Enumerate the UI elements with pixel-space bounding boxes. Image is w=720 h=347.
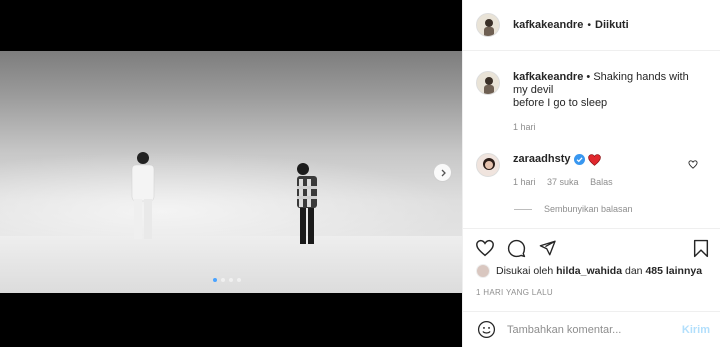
heart-outline-icon — [688, 159, 698, 169]
emoji-button[interactable] — [476, 320, 496, 340]
like-button[interactable] — [474, 237, 496, 259]
comment-row: zaraadhsty 1 hari 37 suka Balas — [476, 153, 693, 187]
details-panel: kafkakeandre • Diikuti kafkakeandre • Sh… — [462, 0, 720, 347]
comment-bubble-icon — [507, 239, 525, 257]
heart-emoji-icon — [588, 153, 602, 166]
liked-by-others[interactable]: 485 lainnya — [645, 265, 702, 277]
post-photo[interactable] — [0, 51, 462, 293]
comment-meta: 1 hari 37 suka Balas — [513, 177, 693, 187]
save-button[interactable] — [690, 237, 712, 259]
caption-text: kafkakeandre • Shaking hands with my dev… — [513, 71, 693, 110]
carousel-dot — [237, 278, 241, 282]
caption-time[interactable]: 1 hari — [513, 122, 536, 132]
caption-avatar[interactable] — [476, 71, 500, 95]
separator-dot: • — [586, 71, 591, 83]
avatar-image — [477, 154, 499, 176]
comment-like-button[interactable] — [687, 158, 699, 170]
liked-by-and: dan — [624, 265, 643, 277]
caption-row: kafkakeandre • Shaking hands with my dev… — [476, 71, 693, 132]
hide-replies-toggle[interactable]: Sembunyikan balasan — [514, 204, 633, 214]
comment-text: zaraadhsty — [513, 153, 693, 166]
carousel-dot — [213, 278, 217, 282]
carousel-dot — [221, 278, 225, 282]
bookmark-icon — [693, 239, 709, 257]
reply-button[interactable]: Balas — [590, 177, 613, 187]
liked-by-user[interactable]: hilda_wahida — [556, 265, 622, 277]
caption-username[interactable]: kafkakeandre — [513, 71, 583, 83]
caption-line2: before I go to sleep — [513, 97, 608, 109]
carousel-next-button[interactable] — [433, 163, 452, 182]
chevron-right-icon — [441, 169, 446, 176]
post-time-ago[interactable]: 1 HARI YANG LALU — [476, 288, 553, 297]
add-comment-bar: Tambahkan komentar... Kirim — [463, 311, 720, 347]
liked-by-prefix: Disukai oleh — [496, 265, 554, 277]
separator-dot: • — [587, 19, 592, 31]
author-avatar[interactable] — [476, 13, 500, 37]
comment-button[interactable] — [505, 237, 527, 259]
post-header: kafkakeandre • Diikuti — [463, 0, 720, 51]
avatar-image — [477, 72, 499, 94]
media-pane — [0, 0, 462, 347]
submit-comment-button[interactable]: Kirim — [682, 324, 710, 336]
author-username[interactable]: kafkakeandre — [513, 19, 583, 31]
figure-right — [297, 163, 317, 244]
hide-replies-label: Sembunyikan balasan — [544, 204, 633, 214]
commenter-username[interactable]: zaraadhsty — [513, 153, 570, 166]
verified-badge-icon — [574, 154, 586, 165]
caption-meta: 1 hari — [513, 122, 693, 132]
comments-section: kafkakeandre • Shaking hands with my dev… — [463, 51, 720, 229]
comment-input[interactable]: Tambahkan komentar... — [507, 324, 682, 336]
liked-by-row: Disukai oleh hilda_wahida dan 485 lainny… — [476, 264, 702, 278]
hide-replies-line — [514, 208, 532, 210]
comment-time[interactable]: 1 hari — [513, 177, 536, 187]
carousel-dot — [229, 278, 233, 282]
carousel-indicator — [213, 278, 241, 282]
instagram-post-modal: kafkakeandre • Diikuti kafkakeandre • Sh… — [0, 0, 720, 347]
commenter-avatar[interactable] — [476, 153, 500, 177]
photo-figures — [131, 152, 317, 244]
share-button[interactable] — [536, 237, 558, 259]
action-section: Disukai oleh hilda_wahida dan 485 lainny… — [463, 228, 720, 346]
emoji-smile-icon — [477, 320, 495, 339]
liker-avatar[interactable] — [476, 264, 490, 278]
follow-status-button[interactable]: Diikuti — [595, 19, 629, 31]
avatar-image — [477, 14, 499, 36]
comment-likes[interactable]: 37 suka — [547, 177, 579, 187]
send-icon — [539, 240, 556, 256]
heart-outline-icon — [476, 239, 494, 257]
figure-left — [131, 152, 155, 239]
